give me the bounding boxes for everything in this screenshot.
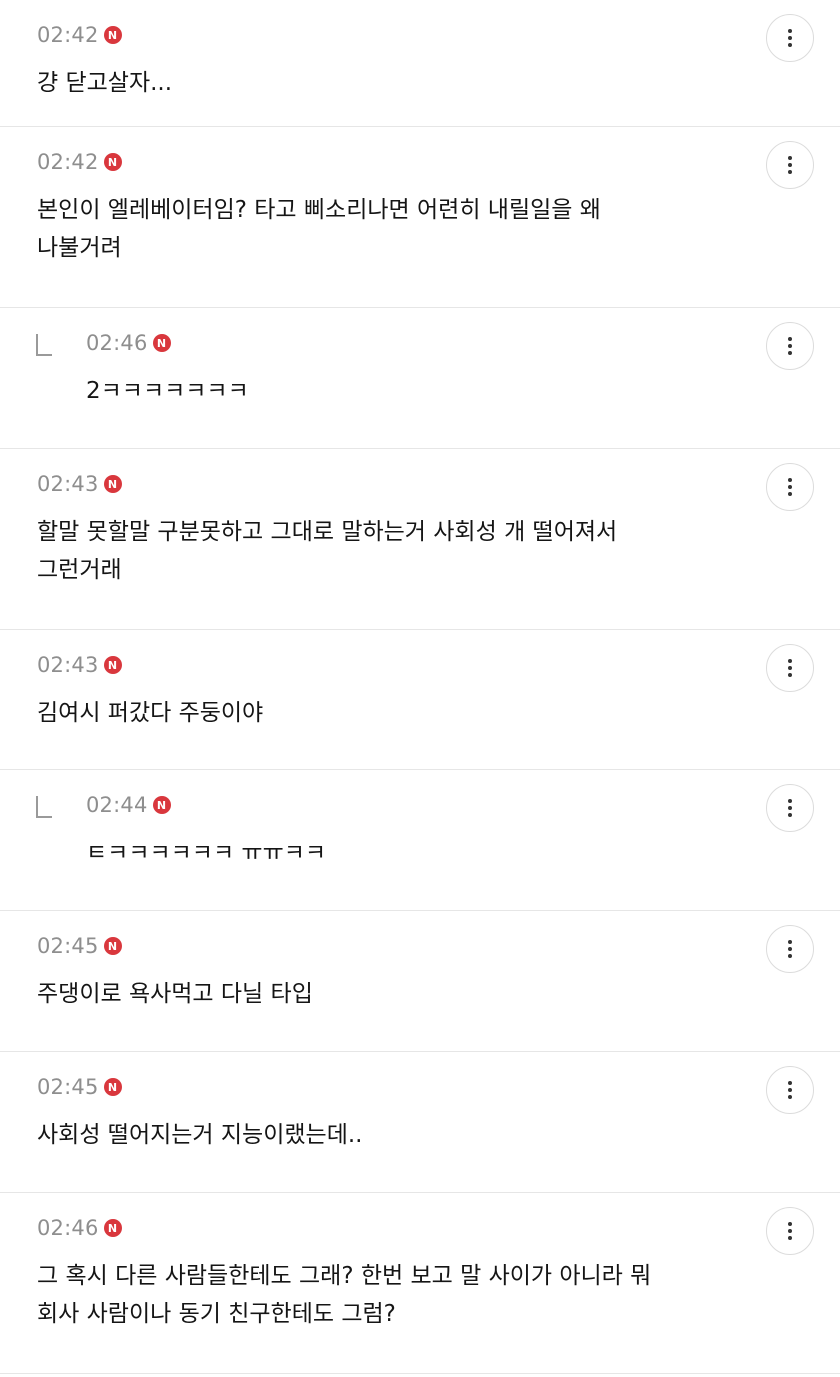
more-options-button[interactable] <box>766 1066 814 1114</box>
comment-meta: 02:45 N <box>37 1073 740 1101</box>
comment-time: 02:45 <box>37 1075 99 1099</box>
comment-time: 02:44 <box>86 793 148 817</box>
more-options-button[interactable] <box>766 141 814 189</box>
more-vertical-icon <box>788 478 792 496</box>
more-options-button[interactable] <box>766 1207 814 1255</box>
new-badge: N <box>103 475 122 493</box>
comment-time: 02:46 <box>37 1216 99 1240</box>
comment-meta: 02:42 N <box>37 21 740 49</box>
comment-meta: 02:42 N <box>37 148 740 176</box>
comment-list: 02:42 N 걍 닫고살자... 02:42 N 본인이 엘레베이터임? 타고… <box>0 0 840 1377</box>
comment-meta: 02:46 N <box>37 1214 740 1242</box>
more-vertical-icon <box>788 29 792 47</box>
comment-item: 02:45 N 사회성 떨어지는거 지능이랬는데.. <box>0 1052 840 1193</box>
new-badge: N <box>152 796 171 814</box>
comment-text: 사회성 떨어지는거 지능이랬는데.. <box>37 1122 363 1148</box>
new-badge: N <box>103 937 122 955</box>
comment-text: 그 혹시 다른 사람들한테도 그래? 한번 보고 말 사이가 아니라 뭐 회사 … <box>37 1263 652 1327</box>
comment-text: ㅌㅋㅋㅋㅋㅋㅋ ㅠㅠㅋㅋ <box>86 840 327 866</box>
reply-item: 02:46 N 2ㅋㅋㅋㅋㅋㅋㅋ <box>0 308 840 449</box>
new-badge: N <box>103 1219 122 1237</box>
comment-item: 02:43 N 김여시 퍼갔다 주둥이야 <box>0 630 840 770</box>
comment-time: 02:43 <box>37 653 99 677</box>
more-options-button[interactable] <box>766 322 814 370</box>
comment-item: 02:43 N 할말 못할말 구분못하고 그대로 말하는거 사회성 개 떨어져서… <box>0 449 840 630</box>
new-badge: N <box>103 153 122 171</box>
reply-arrow-icon <box>36 796 52 818</box>
comment-meta: 02:45 N <box>37 932 740 960</box>
comment-time: 02:43 <box>37 472 99 496</box>
comment-time: 02:45 <box>37 934 99 958</box>
comment-text: 할말 못할말 구분못하고 그대로 말하는거 사회성 개 떨어져서 그런거래 <box>37 519 618 583</box>
more-options-button[interactable] <box>766 784 814 832</box>
comment-time: 02:46 <box>86 331 148 355</box>
comment-item: 02:45 N 주댕이로 욕사먹고 다닐 타입 <box>0 911 840 1052</box>
more-vertical-icon <box>788 940 792 958</box>
comment-meta: 02:44 N <box>86 791 740 819</box>
more-options-button[interactable] <box>766 925 814 973</box>
comment-text: 2ㅋㅋㅋㅋㅋㅋㅋ <box>86 378 249 404</box>
comment-item: 02:42 N 걍 닫고살자... <box>0 0 840 127</box>
comment-meta: 02:46 N <box>86 329 740 357</box>
more-options-button[interactable] <box>766 14 814 62</box>
reply-item: 02:44 N ㅌㅋㅋㅋㅋㅋㅋ ㅠㅠㅋㅋ <box>0 770 840 911</box>
comment-meta: 02:43 N <box>37 470 740 498</box>
comment-text: 주댕이로 욕사먹고 다닐 타입 <box>37 981 313 1007</box>
new-badge: N <box>103 1078 122 1096</box>
more-vertical-icon <box>788 659 792 677</box>
comment-time: 02:42 <box>37 150 99 174</box>
more-vertical-icon <box>788 156 792 174</box>
more-options-button[interactable] <box>766 463 814 511</box>
more-options-button[interactable] <box>766 644 814 692</box>
comment-meta: 02:43 N <box>37 651 740 679</box>
new-badge: N <box>103 656 122 674</box>
more-vertical-icon <box>788 799 792 817</box>
new-badge: N <box>152 334 171 352</box>
more-vertical-icon <box>788 337 792 355</box>
more-vertical-icon <box>788 1081 792 1099</box>
more-vertical-icon <box>788 1222 792 1240</box>
reply-arrow-icon <box>36 334 52 356</box>
comment-item: 02:46 N 그 혹시 다른 사람들한테도 그래? 한번 보고 말 사이가 아… <box>0 1193 840 1374</box>
comment-text: 걍 닫고살자... <box>37 70 173 96</box>
new-badge: N <box>103 26 122 44</box>
comment-time: 02:42 <box>37 23 99 47</box>
comment-item: 02:42 N 본인이 엘레베이터임? 타고 삐소리나면 어련히 내릴일을 왜 … <box>0 127 840 308</box>
comment-text: 본인이 엘레베이터임? 타고 삐소리나면 어련히 내릴일을 왜 나불거려 <box>37 197 601 261</box>
comment-text: 김여시 퍼갔다 주둥이야 <box>37 700 264 726</box>
